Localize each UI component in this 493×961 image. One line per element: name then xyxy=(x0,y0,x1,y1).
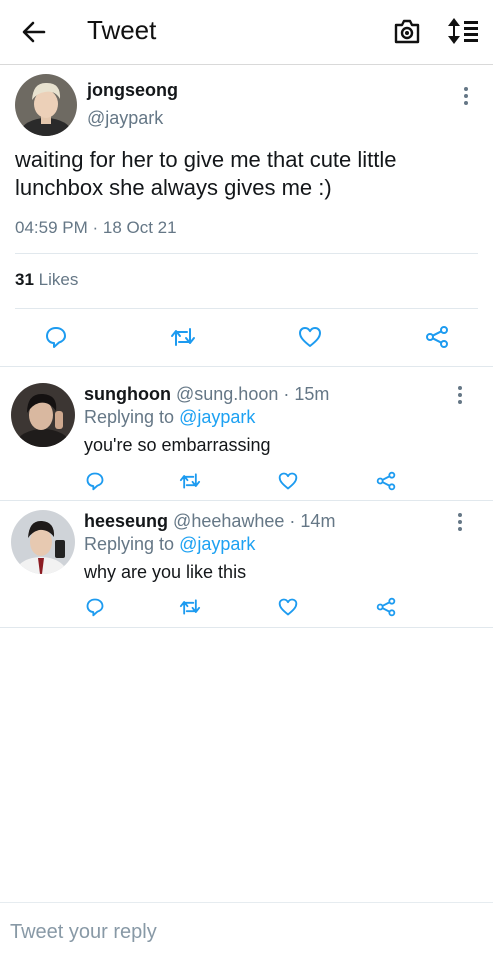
avatar[interactable] xyxy=(11,510,75,574)
reply-author-name[interactable]: heeseung xyxy=(84,511,168,531)
avatar[interactable] xyxy=(15,74,77,136)
reply-author-name[interactable]: sunghoon xyxy=(84,384,171,404)
author-handle[interactable]: @jaypark xyxy=(87,108,163,129)
page-title: Tweet xyxy=(87,15,157,45)
arrow-left-icon[interactable] xyxy=(20,18,48,46)
divider xyxy=(0,627,493,628)
reply-icon[interactable] xyxy=(85,471,105,491)
retweet-icon[interactable] xyxy=(170,325,196,349)
mention-link[interactable]: @jaypark xyxy=(179,407,255,427)
reply-author-handle[interactable]: @heehawhee xyxy=(173,511,284,531)
retweet-icon[interactable] xyxy=(179,471,201,491)
reply-time: · 15m xyxy=(283,384,330,404)
retweet-icon[interactable] xyxy=(179,597,201,617)
tweet-text: waiting for her to give me that cute lit… xyxy=(15,147,397,200)
replying-to: Replying to @jaypark xyxy=(84,534,255,555)
more-vertical-icon[interactable] xyxy=(459,86,473,106)
reply-text: why are you like this xyxy=(84,562,247,582)
share-icon[interactable] xyxy=(425,325,449,349)
replying-label: Replying to xyxy=(84,407,180,427)
divider xyxy=(0,366,493,367)
camera-icon[interactable] xyxy=(392,16,422,46)
tweet-timestamp: 04:59 PM · 18 Oct 21 xyxy=(15,218,177,237)
reply-input[interactable]: Tweet your reply xyxy=(10,921,157,944)
author-name[interactable]: jongseong xyxy=(87,80,178,101)
share-icon[interactable] xyxy=(376,597,396,617)
more-vertical-icon[interactable] xyxy=(453,512,467,532)
likes-label: Likes xyxy=(33,270,79,289)
heart-icon[interactable] xyxy=(278,471,298,491)
replying-to: Replying to @jaypark xyxy=(84,407,255,428)
reply-author-handle[interactable]: @sung.hoon xyxy=(176,384,278,404)
likes-count[interactable]: 31 Likes xyxy=(15,270,78,290)
likes-number: 31 xyxy=(15,270,34,289)
reply-header: heeseung @heehawhee · 14m xyxy=(84,511,335,532)
reply-icon[interactable] xyxy=(44,325,68,349)
reply-icon[interactable] xyxy=(85,597,105,617)
divider xyxy=(15,308,478,309)
sort-icon[interactable] xyxy=(446,16,480,46)
mention-link[interactable]: @jaypark xyxy=(179,534,255,554)
divider xyxy=(0,500,493,501)
replying-label: Replying to xyxy=(84,534,180,554)
share-icon[interactable] xyxy=(376,471,396,491)
avatar[interactable] xyxy=(11,383,75,447)
heart-icon[interactable] xyxy=(298,325,322,349)
reply-header: sunghoon @sung.hoon · 15m xyxy=(84,384,329,405)
more-vertical-icon[interactable] xyxy=(453,385,467,405)
reply-composer[interactable]: Tweet your reply xyxy=(0,902,493,961)
top-bar: Tweet xyxy=(0,0,493,65)
reply-text: you're so embarrassing xyxy=(84,435,271,455)
divider xyxy=(15,253,478,254)
reply-time: · 14m xyxy=(289,511,336,531)
heart-icon[interactable] xyxy=(278,597,298,617)
